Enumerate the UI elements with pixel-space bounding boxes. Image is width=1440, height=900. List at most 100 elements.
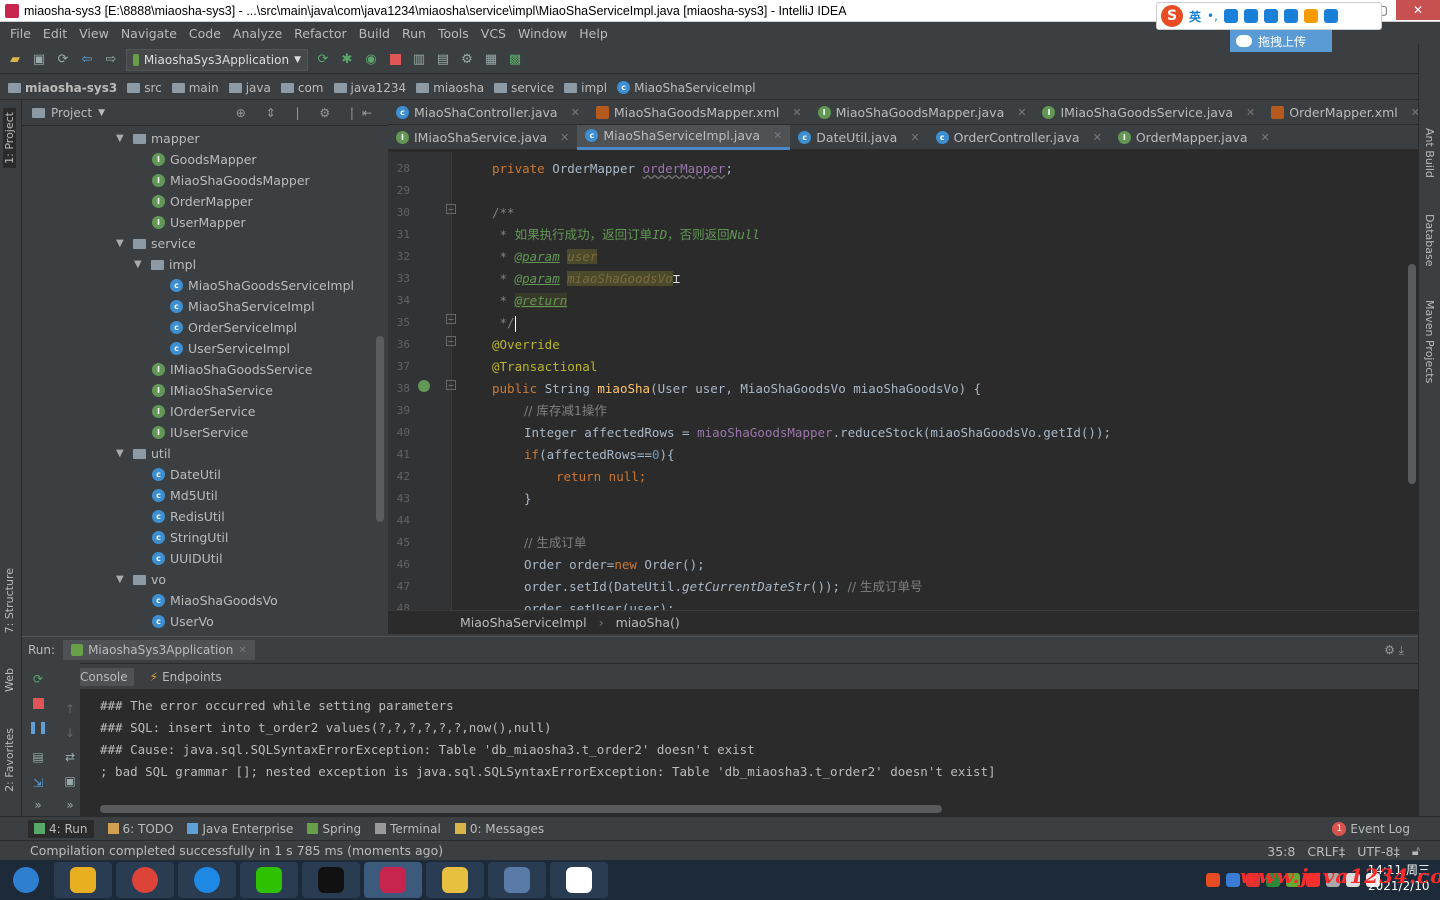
- task-chrome[interactable]: [116, 862, 174, 898]
- run-config-select[interactable]: MiaoshaSys3Application ▼: [126, 48, 308, 71]
- editor-tab[interactable]: c DateUtil.java ✕: [790, 125, 927, 150]
- sdk-icon[interactable]: ▩: [506, 51, 524, 69]
- task-mysql[interactable]: [488, 862, 546, 898]
- menu-tools[interactable]: Tools: [432, 26, 475, 41]
- task-folder[interactable]: [426, 862, 484, 898]
- close-icon[interactable]: ✕: [1246, 106, 1255, 119]
- scroll-down-icon[interactable]: ↓: [62, 725, 78, 741]
- sync-icon[interactable]: ⟳: [54, 51, 72, 69]
- start-button[interactable]: [2, 862, 50, 898]
- close-icon[interactable]: ✕: [1261, 131, 1270, 144]
- project-tools[interactable]: ⊕ ⇕ | ⚙ |⇤: [236, 106, 380, 120]
- editor-scrollbar[interactable]: [1408, 152, 1416, 586]
- breadcrumb-item[interactable]: c MiaoShaServiceImpl: [617, 81, 762, 95]
- close-button[interactable]: ✕: [1396, 0, 1440, 20]
- editor-tab[interactable]: c OrderController.java ✕: [928, 125, 1110, 150]
- tool-run[interactable]: 4: Run: [28, 819, 94, 838]
- menu-view[interactable]: View: [73, 26, 115, 41]
- chevron-down-icon[interactable]: ▼: [116, 238, 128, 249]
- editor-crumb-method[interactable]: miaoSha(): [616, 615, 680, 630]
- task-wechat[interactable]: [240, 862, 298, 898]
- breadcrumb-item[interactable]: main: [171, 81, 225, 95]
- ime-toolbar[interactable]: S 英 •,: [1156, 2, 1382, 30]
- layout-icon[interactable]: ▤: [30, 749, 46, 765]
- coverage-icon[interactable]: ◉: [362, 51, 380, 69]
- tool-database[interactable]: Database: [1423, 214, 1436, 267]
- tree-item-imiaoshaservice[interactable]: I IMiaoShaService: [152, 380, 273, 401]
- task-intellij[interactable]: [364, 862, 422, 898]
- rerun-icon[interactable]: ⟳: [314, 51, 332, 69]
- chevron-down-icon[interactable]: ▼: [116, 448, 128, 459]
- tree-item-mapper[interactable]: ▼ mapper: [116, 128, 200, 149]
- close-icon[interactable]: ✕: [792, 106, 801, 119]
- menu-navigate[interactable]: Navigate: [115, 26, 183, 41]
- close-icon[interactable]: ✕: [773, 129, 782, 142]
- tree-item-service[interactable]: ▼ service: [116, 233, 196, 254]
- tree-item-miaoshagoodsserviceimpl[interactable]: c MiaoShaGoodsServiceImpl: [170, 275, 354, 296]
- emoji-icon[interactable]: [1223, 9, 1238, 23]
- rerun-icon[interactable]: ⟳: [30, 671, 46, 687]
- close-icon[interactable]: ✕: [1093, 131, 1102, 144]
- tree-item-redisutil[interactable]: c RedisUtil: [152, 506, 225, 527]
- tree-item-goodsmapper[interactable]: I GoodsMapper: [152, 149, 257, 170]
- tree-item-iorderservice[interactable]: I IOrderService: [152, 401, 255, 422]
- menu-help[interactable]: Help: [573, 26, 614, 41]
- tree-item-usermapper[interactable]: I UserMapper: [152, 212, 246, 233]
- editor-tab[interactable]: I IMiaoShaGoodsService.java ✕: [1034, 100, 1263, 125]
- tool-maven[interactable]: Maven Projects: [1423, 300, 1436, 383]
- menu-refactor[interactable]: Refactor: [288, 26, 352, 41]
- menu-window[interactable]: Window: [512, 26, 573, 41]
- project-scrollbar[interactable]: [376, 336, 384, 522]
- stop-icon[interactable]: [386, 51, 404, 69]
- tree-item-orderserviceimpl[interactable]: c OrderServiceImpl: [170, 317, 297, 338]
- tool-structure[interactable]: 7: Structure: [3, 568, 16, 633]
- back-icon[interactable]: ⇦: [78, 51, 96, 69]
- tool-favorites[interactable]: 2: Favorites: [3, 728, 16, 792]
- stop-icon[interactable]: [30, 695, 46, 711]
- soft-wrap-icon[interactable]: ⇄: [62, 749, 78, 765]
- close-icon[interactable]: ✕: [238, 645, 246, 656]
- breadcrumb-item[interactable]: impl: [564, 81, 613, 95]
- task-baidu[interactable]: [550, 862, 608, 898]
- tree-item-iuserservice[interactable]: I IUserService: [152, 422, 248, 443]
- breadcrumb-item[interactable]: com: [280, 81, 330, 95]
- editor-scroll-thumb[interactable]: [1408, 264, 1416, 484]
- close-icon[interactable]: ✕: [560, 131, 569, 144]
- editor-tab[interactable]: I IMiaoShaService.java ✕: [388, 125, 577, 150]
- pause-icon[interactable]: ❚❚: [28, 719, 48, 735]
- tree-item-uservo[interactable]: c UserVo: [152, 611, 214, 632]
- tool-spring[interactable]: Spring: [307, 822, 361, 836]
- forward-icon[interactable]: ⇨: [102, 51, 120, 69]
- menu-vcs[interactable]: VCS: [475, 26, 512, 41]
- menu-edit[interactable]: Edit: [37, 26, 73, 41]
- ime-punct[interactable]: •,: [1207, 9, 1218, 23]
- sogou-tray-icon[interactable]: [1206, 873, 1220, 887]
- tree-item-ordermapper[interactable]: I OrderMapper: [152, 191, 253, 212]
- scroll-up-icon[interactable]: ↑: [62, 701, 78, 717]
- override-icon[interactable]: [418, 380, 430, 392]
- menu-code[interactable]: Code: [183, 26, 227, 41]
- menu-run[interactable]: Run: [396, 26, 432, 41]
- menu-build[interactable]: Build: [353, 26, 396, 41]
- tool-java-enterprise[interactable]: Java Enterprise: [187, 822, 293, 836]
- open-folder-icon[interactable]: ▰: [6, 51, 24, 69]
- structure-icon[interactable]: ▤: [434, 51, 452, 69]
- tree-item-miaoshagoodsmapper[interactable]: I MiaoShaGoodsMapper: [152, 170, 310, 191]
- shirt-icon[interactable]: [1303, 9, 1318, 23]
- chevron-down-icon[interactable]: ▼: [98, 108, 105, 118]
- ime-lang[interactable]: 英: [1189, 8, 1201, 25]
- editor-tab[interactable]: c MiaoShaController.java ✕: [388, 100, 588, 125]
- tree-item-md5util[interactable]: c Md5Util: [152, 485, 218, 506]
- tool-web[interactable]: Web: [3, 668, 16, 692]
- tool-project[interactable]: 1: Project: [3, 108, 16, 168]
- chevron-down-icon[interactable]: ▼: [134, 259, 146, 270]
- tray-icon[interactable]: [1226, 873, 1240, 887]
- project-view-selector[interactable]: Project: [51, 106, 92, 120]
- console-output[interactable]: ### The error occurred while setting par…: [92, 695, 1418, 807]
- chevron-down-icon[interactable]: ▼: [116, 133, 128, 144]
- tree-item-miaoshagoodsvo[interactable]: c MiaoShaGoodsVo: [152, 590, 278, 611]
- editor-tab[interactable]: I MiaoShaGoodsMapper.java ✕: [810, 100, 1035, 125]
- task-webstorm[interactable]: [302, 862, 360, 898]
- menu-analyze[interactable]: Analyze: [227, 26, 288, 41]
- close-icon[interactable]: ✕: [1017, 106, 1026, 119]
